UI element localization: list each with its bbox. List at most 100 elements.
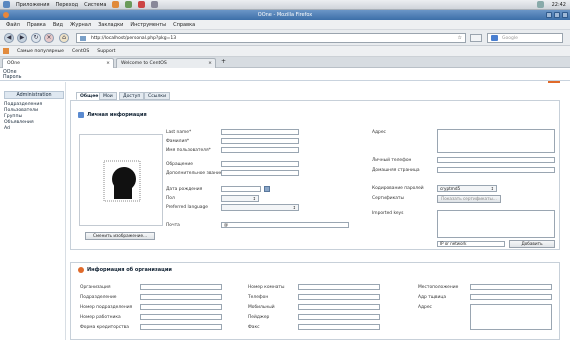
address-textarea[interactable] (437, 129, 555, 153)
panel-clock[interactable]: 22:42 (552, 2, 566, 8)
tab-links[interactable]: Ссылки (144, 92, 171, 100)
sidebar-item-announcements[interactable]: Объявления (4, 120, 34, 125)
first-name-field[interactable] (221, 138, 299, 144)
panel-menu-system[interactable]: Система (84, 2, 106, 8)
encryption-select[interactable]: cryptmd5 (437, 185, 497, 192)
bookmark-support[interactable]: Support (97, 49, 115, 54)
default-avatar-icon (103, 160, 141, 202)
maximize-button[interactable] (554, 12, 560, 18)
terminal-launcher-icon[interactable] (151, 1, 159, 8)
imported-keys-label: Imported keys (372, 211, 404, 216)
search-input[interactable]: Google (487, 33, 563, 43)
department-number-label: Номер подразделения (80, 305, 133, 310)
employee-number-field[interactable] (140, 314, 222, 320)
tab-access[interactable]: Доступ (119, 92, 145, 100)
network-icon[interactable] (537, 1, 544, 8)
homepage-label: Домашняя страница (372, 168, 420, 173)
menu-tools[interactable]: Инструменты (130, 22, 166, 28)
user-icon (78, 112, 84, 118)
username-field[interactable] (221, 147, 299, 153)
phone-field[interactable] (298, 294, 380, 300)
calendar-icon[interactable] (264, 186, 270, 192)
salutation-field[interactable] (221, 161, 299, 167)
show-certificates-button[interactable]: Показать сертификаты... (437, 195, 501, 203)
gender-select[interactable] (221, 195, 259, 202)
encryption-label: Кодирование паролей (372, 186, 424, 191)
bookmark-most-visited[interactable]: Самые популярные (17, 49, 64, 54)
sidebar-header[interactable]: Administration (4, 91, 64, 99)
forward-arrow-icon[interactable]: ▶ (17, 33, 27, 43)
location-label: Местоположение (418, 285, 459, 290)
reload-icon[interactable]: ↻ (31, 33, 41, 43)
google-icon (491, 35, 498, 41)
header-divider (0, 80, 570, 81)
close-button[interactable] (562, 12, 568, 18)
email-field[interactable]: @ (221, 222, 349, 228)
credit-form-field[interactable] (140, 324, 222, 330)
home-icon[interactable]: ⌂ (59, 33, 69, 43)
org-label: Организация (80, 285, 111, 290)
fax-field[interactable] (298, 324, 380, 330)
menu-file[interactable]: Файл (6, 22, 20, 28)
language-select[interactable] (221, 204, 299, 211)
back-arrow-icon[interactable]: ◀ (4, 33, 14, 43)
mailbox-field[interactable] (470, 294, 552, 300)
address-bar[interactable]: http://localhost/personal.php?pkg=13 ☆ (76, 33, 466, 43)
browser-tab-centos[interactable]: Welcome to CentOS × (116, 58, 216, 68)
menu-edit[interactable]: Правка (27, 22, 46, 28)
birthday-field[interactable] (221, 186, 261, 192)
mobile-org-label: Мобильный (248, 305, 275, 310)
pager-field[interactable] (298, 314, 380, 320)
new-tab-icon[interactable]: + (221, 58, 226, 65)
pager-label: Пейджер (248, 315, 270, 320)
department-number-field[interactable] (140, 304, 222, 310)
organization-field[interactable] (140, 284, 222, 290)
homepage-field[interactable] (437, 167, 555, 173)
panel-menu-applications[interactable]: Приложения (16, 2, 50, 8)
department-field[interactable] (140, 294, 222, 300)
username-label: Имя пользователя* (166, 148, 211, 153)
tab-mine[interactable]: Мои (99, 92, 117, 100)
browser-tab-oone[interactable]: OOne × (2, 58, 114, 68)
sidebar-item-groups[interactable]: Группы (4, 114, 22, 119)
menu-view[interactable]: Вид (53, 22, 63, 28)
suffix-label: Дополнительное звание (166, 171, 223, 176)
firefox-launcher-icon[interactable] (112, 1, 120, 8)
stop-icon[interactable]: × (44, 33, 54, 43)
sidebar-item-users[interactable]: Пользователи (4, 108, 38, 113)
menu-history[interactable]: Журнал (70, 22, 91, 28)
sidebar-item-departments[interactable]: Подразделения (4, 102, 42, 107)
change-photo-button[interactable]: Сменить изображение... (85, 232, 155, 240)
ip-network-field[interactable]: IP or network (437, 241, 505, 247)
search-engine-selector[interactable] (470, 34, 482, 42)
menu-bookmarks[interactable]: Закладки (98, 22, 123, 28)
tab-close-icon[interactable]: × (106, 59, 110, 68)
location-field[interactable] (470, 284, 552, 290)
add-network-button[interactable]: Добавить (509, 240, 555, 248)
menu-help[interactable]: Справка (173, 22, 195, 28)
first-name-label: Фамилия* (166, 139, 190, 144)
mail-launcher-icon[interactable] (125, 1, 133, 8)
panel-menu-places[interactable]: Переход (56, 2, 79, 8)
minimize-button[interactable] (546, 12, 552, 18)
employee-number-label: Номер работника (80, 315, 121, 320)
mobile-label: Личный телефон (372, 158, 412, 163)
room-number-field[interactable] (298, 284, 380, 290)
bookmark-centos[interactable]: CentOS (72, 49, 89, 54)
imported-keys-list[interactable] (437, 210, 555, 238)
foot-menu-icon[interactable] (3, 1, 10, 8)
search-placeholder: Google (502, 36, 518, 41)
help-launcher-icon[interactable] (138, 1, 146, 8)
site-favicon-icon (80, 36, 86, 41)
last-name-field[interactable] (221, 129, 299, 135)
room-number-label: Номер комнаты (248, 285, 285, 290)
sidebar-item-ad[interactable]: Ad (4, 126, 10, 131)
org-address-textarea[interactable] (470, 304, 552, 330)
suffix-field[interactable] (221, 170, 299, 176)
tab-close-icon[interactable]: × (208, 59, 212, 68)
language-label: Preferred language (166, 205, 208, 210)
mobile-org-field[interactable] (298, 304, 380, 310)
mobile-field[interactable] (437, 157, 555, 163)
star-bookmark-icon[interactable]: ☆ (458, 34, 462, 43)
photo-frame (79, 134, 163, 226)
